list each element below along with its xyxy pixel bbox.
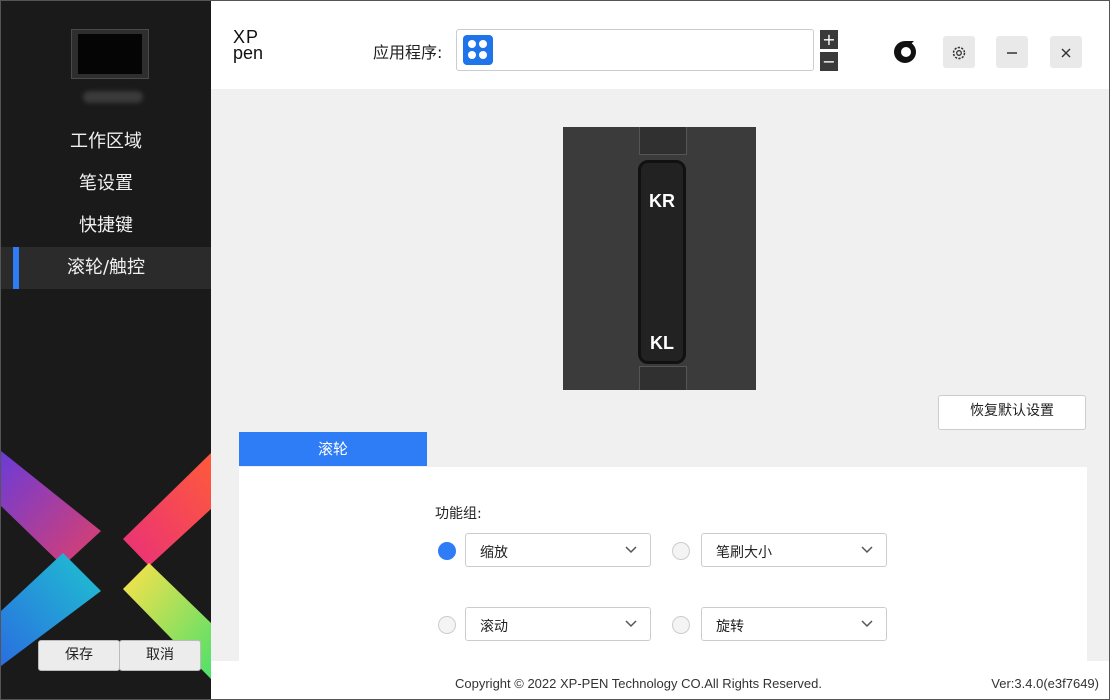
dropdown-rotate-value: 旋转 [716, 619, 744, 635]
device-wheel-preview: KR KL [563, 127, 756, 390]
xppen-brand-icon[interactable] [891, 37, 919, 65]
tab-wheel[interactable]: 滚轮 [239, 432, 427, 466]
add-app-button[interactable]: + [819, 29, 839, 50]
tablet-icon[interactable] [71, 29, 149, 79]
function-group-panel: 功能组: 缩放 笔刷大小 滚动 旋转 [239, 467, 1087, 661]
sidebar-item-pen-settings[interactable]: 笔设置 [1, 163, 211, 205]
remove-app-button[interactable]: − [819, 51, 839, 72]
logo-line2: pen [233, 43, 264, 63]
close-icon [1061, 48, 1071, 57]
dropdown-scroll[interactable]: 滚动 [465, 607, 651, 641]
function-group-label: 功能组: [435, 506, 482, 522]
dropdown-zoom[interactable]: 缩放 [465, 533, 651, 567]
minimize-button[interactable] [996, 36, 1028, 68]
reset-defaults-button[interactable]: 恢复默认设置 [938, 395, 1086, 430]
wheel-label-kl: KL [650, 333, 674, 353]
sidebar-nav: 工作区域 笔设置 快捷键 滚轮/触控 [1, 121, 211, 289]
radio-brush-size[interactable] [672, 542, 690, 560]
footer: Copyright © 2022 XP-PEN Technology CO.Al… [211, 661, 1109, 699]
xppen-logo: XP pen [233, 28, 277, 69]
dropdown-zoom-value: 缩放 [480, 545, 508, 561]
copyright-text: Copyright © 2022 XP-PEN Technology CO.Al… [455, 676, 823, 691]
wheel-top-cap [639, 127, 687, 155]
dropdown-rotate[interactable]: 旋转 [701, 607, 887, 641]
sidebar-item-shortcuts[interactable]: 快捷键 [1, 205, 211, 247]
header: XP pen 应用程序: + − [211, 1, 1109, 89]
chevron-down-icon [861, 620, 873, 628]
version-text: Ver:3.4.0(e3f7649) [991, 676, 1099, 691]
dropdown-scroll-value: 滚动 [480, 619, 508, 635]
sidebar-item-work-area[interactable]: 工作区域 [1, 121, 211, 163]
dropdown-brush-size-value: 笔刷大小 [716, 545, 772, 561]
save-button[interactable]: 保存 [38, 640, 120, 671]
wheel-label-kr: KR [649, 191, 675, 211]
wheel-bottom-cap [639, 366, 687, 390]
main-panel: KR KL 恢复默认设置 滚轮 功能组: 缩放 笔刷大小 滚动 旋转 [211, 89, 1109, 661]
wheel-body: KR KL [638, 160, 686, 364]
gear-icon [952, 46, 966, 59]
radio-rotate[interactable] [672, 616, 690, 634]
radio-scroll[interactable] [438, 616, 456, 634]
chevron-down-icon [625, 620, 637, 628]
radio-zoom[interactable] [438, 542, 456, 560]
chevron-down-icon [625, 546, 637, 554]
cancel-button[interactable]: 取消 [119, 640, 201, 671]
device-name-blurred [83, 91, 143, 103]
app-selector[interactable] [456, 29, 814, 71]
sidebar: 工作区域 笔设置 快捷键 滚轮/触控 保存 取消 [1, 1, 211, 699]
close-button[interactable] [1050, 36, 1082, 68]
all-apps-icon [463, 35, 493, 65]
settings-button[interactable] [943, 36, 975, 68]
app-label: 应用程序: [373, 43, 443, 62]
app-window: 工作区域 笔设置 快捷键 滚轮/触控 保存 取消 XP pen 应用程序: + … [0, 0, 1110, 700]
chevron-down-icon [861, 546, 873, 554]
minimize-icon [1007, 51, 1017, 54]
sidebar-item-wheel-touch[interactable]: 滚轮/触控 [1, 247, 211, 289]
dropdown-brush-size[interactable]: 笔刷大小 [701, 533, 887, 567]
